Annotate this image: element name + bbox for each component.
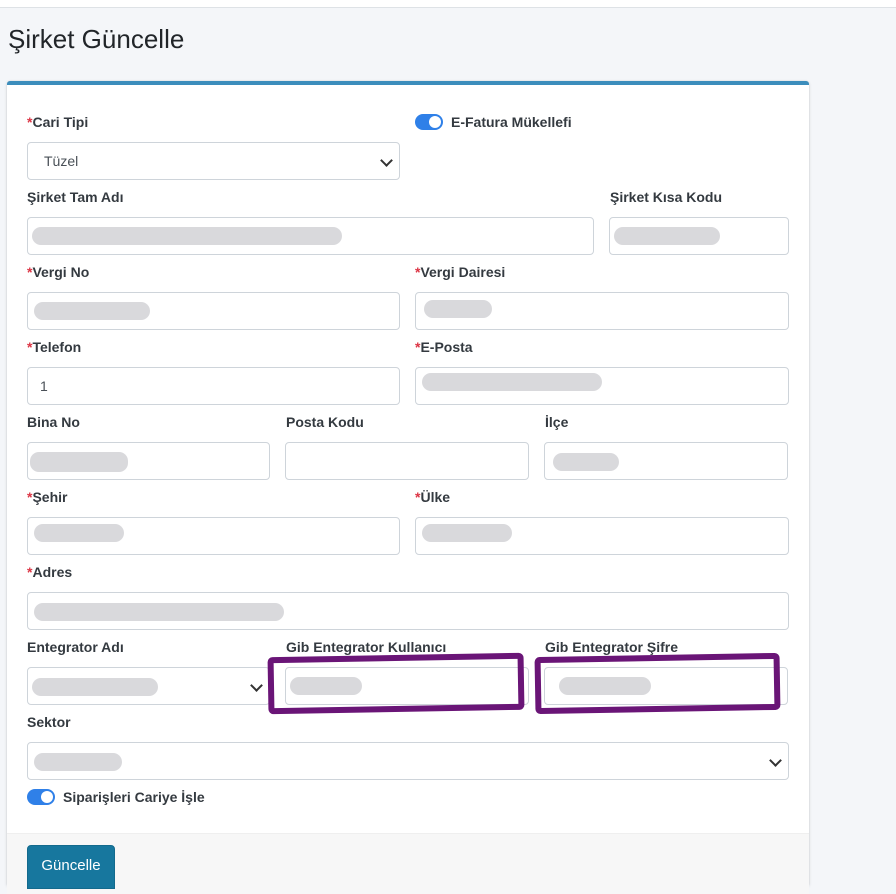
redacted-value bbox=[32, 678, 158, 696]
cari-tipi-label: *Cari Tipi bbox=[27, 114, 88, 130]
entegrator-adi-select[interactable] bbox=[27, 667, 270, 705]
label-text: Adres bbox=[32, 564, 73, 580]
redacted-value bbox=[422, 524, 512, 542]
redacted-value bbox=[30, 452, 128, 472]
sektor-label: Sektor bbox=[27, 714, 71, 730]
telefon-label: *Telefon bbox=[27, 339, 81, 355]
annotation-highlight bbox=[534, 652, 781, 715]
adres-input[interactable] bbox=[27, 592, 789, 630]
label-text: Ülke bbox=[420, 489, 451, 505]
posta-kodu-label: Posta Kodu bbox=[286, 414, 364, 430]
sirket-tam-adi-label: Şirket Tam Adı bbox=[27, 189, 124, 205]
telefon-input[interactable]: 1 bbox=[27, 367, 400, 405]
ulke-label: *Ülke bbox=[415, 489, 450, 505]
label-text: Cari Tipi bbox=[32, 114, 89, 130]
ilce-input[interactable] bbox=[544, 442, 788, 480]
redacted-value bbox=[32, 227, 342, 245]
telefon-value: 1 bbox=[40, 378, 48, 394]
chevron-down-icon bbox=[250, 679, 263, 692]
label-text: E-Posta bbox=[420, 339, 473, 355]
efatura-label: E-Fatura Mükellefi bbox=[451, 114, 572, 130]
label-text: Şehir bbox=[32, 489, 68, 505]
chevron-down-icon bbox=[380, 154, 393, 167]
vergi-no-label: *Vergi No bbox=[27, 264, 89, 280]
guncelle-button[interactable]: Güncelle bbox=[27, 845, 115, 889]
sehir-label: *Şehir bbox=[27, 489, 67, 505]
top-navbar bbox=[0, 0, 896, 8]
label-text: Vergi No bbox=[32, 264, 90, 280]
page-title: Şirket Güncelle bbox=[8, 24, 185, 54]
redacted-value bbox=[34, 753, 122, 771]
redacted-value bbox=[424, 300, 492, 318]
cari-tipi-value: Tüzel bbox=[44, 153, 79, 169]
siparisler-switch[interactable] bbox=[27, 789, 55, 805]
company-form-card: *Cari Tipi Tüzel E-Fatura Mükellefi Şirk… bbox=[7, 81, 809, 894]
bina-no-input[interactable] bbox=[27, 442, 270, 480]
label-text: Vergi Dairesi bbox=[420, 264, 506, 280]
redacted-value bbox=[34, 603, 284, 621]
sirket-kisa-kodu-label: Şirket Kısa Kodu bbox=[610, 189, 723, 205]
eposta-label: *E-Posta bbox=[415, 339, 473, 355]
chevron-down-icon bbox=[769, 754, 782, 767]
siparisler-label: Siparişleri Cariye İşle bbox=[63, 789, 205, 805]
vergi-dairesi-input[interactable] bbox=[415, 292, 789, 330]
sirket-kisa-kodu-input[interactable] bbox=[609, 217, 789, 255]
redacted-value bbox=[422, 373, 602, 391]
redacted-value bbox=[34, 524, 124, 542]
sehir-input[interactable] bbox=[27, 517, 400, 555]
redacted-value bbox=[34, 302, 150, 320]
adres-label: *Adres bbox=[27, 564, 72, 580]
bina-no-label: Bina No bbox=[27, 414, 80, 430]
cari-tipi-select[interactable]: Tüzel bbox=[27, 142, 400, 180]
vergi-no-input[interactable] bbox=[27, 292, 400, 330]
gib-kullanici-label: Gib Entegrator Kullanıcı bbox=[286, 639, 447, 655]
vergi-dairesi-label: *Vergi Dairesi bbox=[415, 264, 505, 280]
card-footer bbox=[7, 833, 809, 894]
sektor-select[interactable] bbox=[27, 742, 789, 780]
redacted-value bbox=[553, 453, 619, 471]
redacted-value bbox=[614, 227, 720, 245]
eposta-input[interactable] bbox=[415, 367, 789, 405]
gib-sifre-label: Gib Entegrator Şifre bbox=[545, 639, 679, 655]
efatura-switch[interactable] bbox=[415, 114, 443, 130]
sirket-tam-adi-input[interactable] bbox=[27, 217, 594, 255]
annotation-highlight bbox=[267, 652, 525, 715]
label-text: Telefon bbox=[32, 339, 82, 355]
ulke-input[interactable] bbox=[415, 517, 789, 555]
ilce-label: İlçe bbox=[545, 414, 569, 430]
posta-kodu-input[interactable] bbox=[285, 442, 529, 480]
entegrator-adi-label: Entegrator Adı bbox=[27, 639, 124, 655]
